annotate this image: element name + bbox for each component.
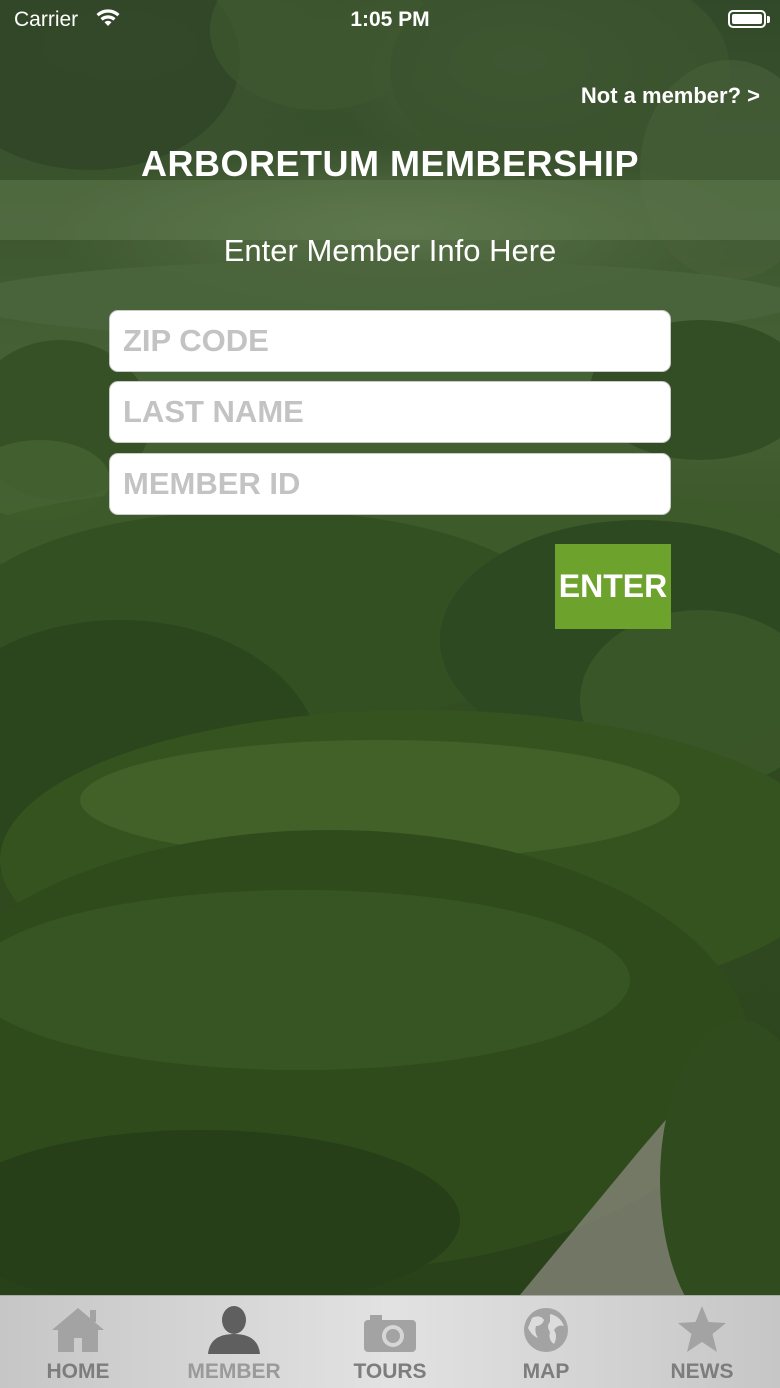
tab-member-label: MEMBER <box>187 1360 281 1383</box>
tab-map[interactable]: MAP <box>468 1296 624 1388</box>
zip-code-input[interactable] <box>109 310 671 372</box>
camera-icon <box>360 1304 420 1354</box>
battery-icon <box>728 10 770 28</box>
house-icon <box>48 1304 108 1354</box>
tab-tours[interactable]: TOURS <box>312 1296 468 1388</box>
person-icon <box>204 1304 264 1354</box>
tab-news[interactable]: NEWS <box>624 1296 780 1388</box>
tab-news-label: NEWS <box>670 1360 734 1383</box>
last-name-input[interactable] <box>109 381 671 443</box>
clock: 1:05 PM <box>350 8 430 31</box>
enter-button[interactable]: ENTER <box>555 544 671 629</box>
status-bar: Carrier 1:05 PM <box>0 0 780 40</box>
member-id-input[interactable] <box>109 453 671 515</box>
tab-map-label: MAP <box>522 1360 570 1383</box>
globe-icon <box>516 1304 576 1354</box>
page-subtitle: Enter Member Info Here <box>223 233 557 268</box>
page-title: ARBORETUM MEMBERSHIP <box>140 143 639 184</box>
not-member-link[interactable]: Not a member? > <box>581 83 760 109</box>
tab-home-label: HOME <box>46 1360 110 1383</box>
tab-home[interactable]: HOME <box>0 1296 156 1388</box>
tab-tours-label: TOURS <box>353 1360 427 1383</box>
background-overlay <box>0 0 780 1295</box>
star-icon <box>672 1304 732 1354</box>
tab-member[interactable]: MEMBER <box>156 1296 312 1388</box>
tab-bar: HOME MEMBER TOURS MAP NEWS <box>0 1295 780 1388</box>
